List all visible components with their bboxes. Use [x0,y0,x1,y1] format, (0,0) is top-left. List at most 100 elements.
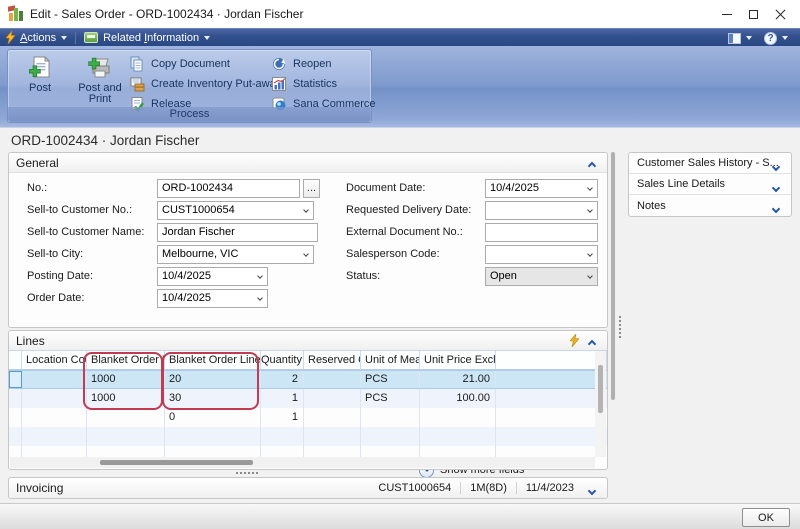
lines-actions-lightning-icon[interactable] [570,334,579,352]
close-button[interactable] [767,0,794,28]
help-button[interactable]: ? [758,29,794,47]
scrollbar-thumb[interactable] [100,460,253,465]
invoicing-summary: CUST1000654 1M(8D) 11/4/2023 [369,478,583,498]
create-inventory-putaway-button[interactable]: Create Inventory Put-awa... [129,75,285,92]
no-field[interactable]: ORD-1002434 [157,179,300,198]
application-window: Edit - Sales Order - ORD-1002434 · Jorda… [0,0,800,529]
ok-button[interactable]: OK [742,508,790,527]
grid-vertical-scrollbar[interactable] [595,351,606,457]
cell-quantity[interactable]: 2 [261,371,304,388]
cell-reserved-quantity[interactable] [304,389,361,408]
column-header-unit-price[interactable]: Unit Price Excl. V... [420,351,496,370]
collapse-lines-button[interactable] [585,335,599,347]
invoicing-section-header[interactable]: Invoicing CUST1000654 1M(8D) 11/4/2023 [9,478,607,498]
grid-row[interactable]: 1000 30 1 PCS 100.00 [9,389,607,408]
chevron-down-icon [588,487,596,495]
cell-blanket-order-line-no[interactable]: 30 [165,389,261,408]
no-assist-button[interactable]: ... [303,179,320,198]
statistics-button[interactable]: Statistics [271,75,337,92]
collapse-general-button[interactable] [585,157,599,169]
caret-down-icon [782,36,788,40]
related-information-icon [84,32,98,43]
chevron-down-icon [587,185,593,191]
factbox-customer-sales-history[interactable]: Customer Sales History - S... [629,153,791,174]
cell-unit-price[interactable]: 21.00 [420,371,496,388]
horizontal-splitter-handle[interactable] [236,472,258,474]
column-header-quantity[interactable]: Quantity [261,351,304,370]
reopen-button[interactable]: Reopen [271,55,332,72]
column-header-blanket-order-no[interactable]: Blanket Order No. [87,351,165,370]
cell-blanket-order-no[interactable] [87,408,165,427]
external-document-no-field[interactable] [485,223,598,242]
factbox-sales-line-details[interactable]: Sales Line Details [629,174,791,195]
vertical-splitter-handle[interactable] [619,316,621,338]
column-header-location-code[interactable]: Location Code [22,351,87,370]
cell-blanket-order-line-no[interactable]: 0 [165,408,261,427]
view-layout-button[interactable] [722,29,758,47]
expand-factbox-button[interactable] [769,179,783,191]
factbox-notes[interactable]: Notes [629,195,791,216]
field-row: Sell-to City: Melbourne, VIC [9,245,349,264]
chevron-up-icon [588,162,596,170]
cell-location-code[interactable] [22,389,87,408]
cell-reserved-quantity[interactable] [304,408,361,427]
order-date-field[interactable]: 10/4/2025 [157,289,268,308]
maximize-icon [749,10,758,19]
actions-label: Actions [20,32,56,44]
post-and-print-icon [87,55,113,81]
cell-unit-price[interactable] [420,408,496,427]
cell-unit-of-measure[interactable]: PCS [361,371,420,388]
expand-factbox-button[interactable] [769,200,783,212]
requested-delivery-date-field[interactable] [485,201,598,220]
posting-date-field[interactable]: 10/4/2025 [157,267,268,286]
sell-to-city-field[interactable]: Melbourne, VIC [157,245,314,264]
row-selector[interactable] [9,371,22,388]
cell-blanket-order-no[interactable]: 1000 [87,371,165,388]
sell-to-customer-no-field[interactable]: CUST1000654 [157,201,314,220]
status-field[interactable]: Open [485,267,598,286]
sell-to-customer-name-field[interactable]: Jordan Fischer [157,223,318,242]
factbox-title: Customer Sales History - S... [637,157,779,169]
row-selector[interactable] [9,389,22,408]
general-section-title: General [16,156,59,170]
minimize-icon [722,14,732,15]
grid-row-selected[interactable]: 1000 20 2 PCS 21.00 [9,370,607,389]
minimize-button[interactable] [713,0,740,28]
salesperson-code-field[interactable] [485,245,598,264]
grid-horizontal-scrollbar[interactable] [10,457,595,468]
scrollbar-thumb[interactable] [598,365,603,413]
close-icon [775,9,786,20]
related-information-menu[interactable]: Related Information [78,29,216,46]
invoicing-due-date: 11/4/2023 [517,482,583,494]
cell-unit-of-measure[interactable]: PCS [361,389,420,408]
copy-document-button[interactable]: Copy Document [129,55,230,72]
cell-blanket-order-line-no[interactable]: 20 [165,371,261,388]
cell-quantity[interactable]: 1 [261,408,304,427]
cell-reserved-quantity[interactable] [304,371,361,388]
chevron-down-icon [772,205,780,213]
maximize-button[interactable] [740,0,767,28]
expand-invoicing-button[interactable] [585,482,599,494]
row-selector[interactable] [9,408,22,427]
cell-location-code[interactable] [22,408,87,427]
cell-unit-of-measure[interactable] [361,408,420,427]
page-title: ORD-1002434 · Jordan Fischer [11,133,199,148]
page-vertical-scrollbar[interactable] [611,152,615,400]
column-header-reserved-quantity[interactable]: Reserved Qua... [304,351,361,370]
cell-blanket-order-no[interactable]: 1000 [87,389,165,408]
cell-location-code[interactable] [22,371,87,388]
column-header-unit-of-measure[interactable]: Unit of Meas... [361,351,420,370]
grid-row[interactable]: 0 1 [9,408,607,427]
general-section-header[interactable]: General [9,153,607,173]
actions-menu[interactable]: Actions [0,29,73,46]
cell-unit-price[interactable]: 100.00 [420,389,496,408]
post-and-print-button[interactable]: Post and Print [70,53,130,107]
cell-quantity[interactable]: 1 [261,389,304,408]
lines-section-header[interactable]: Lines [9,331,607,351]
document-date-field[interactable]: 10/4/2025 [485,179,598,198]
column-header-blanket-order-line-no[interactable]: Blanket Order Line No. [165,351,261,370]
document-date-label: Document Date: [346,179,425,198]
grid-empty-row [9,427,607,446]
post-button[interactable]: Post [16,53,64,107]
expand-factbox-button[interactable] [769,158,783,170]
